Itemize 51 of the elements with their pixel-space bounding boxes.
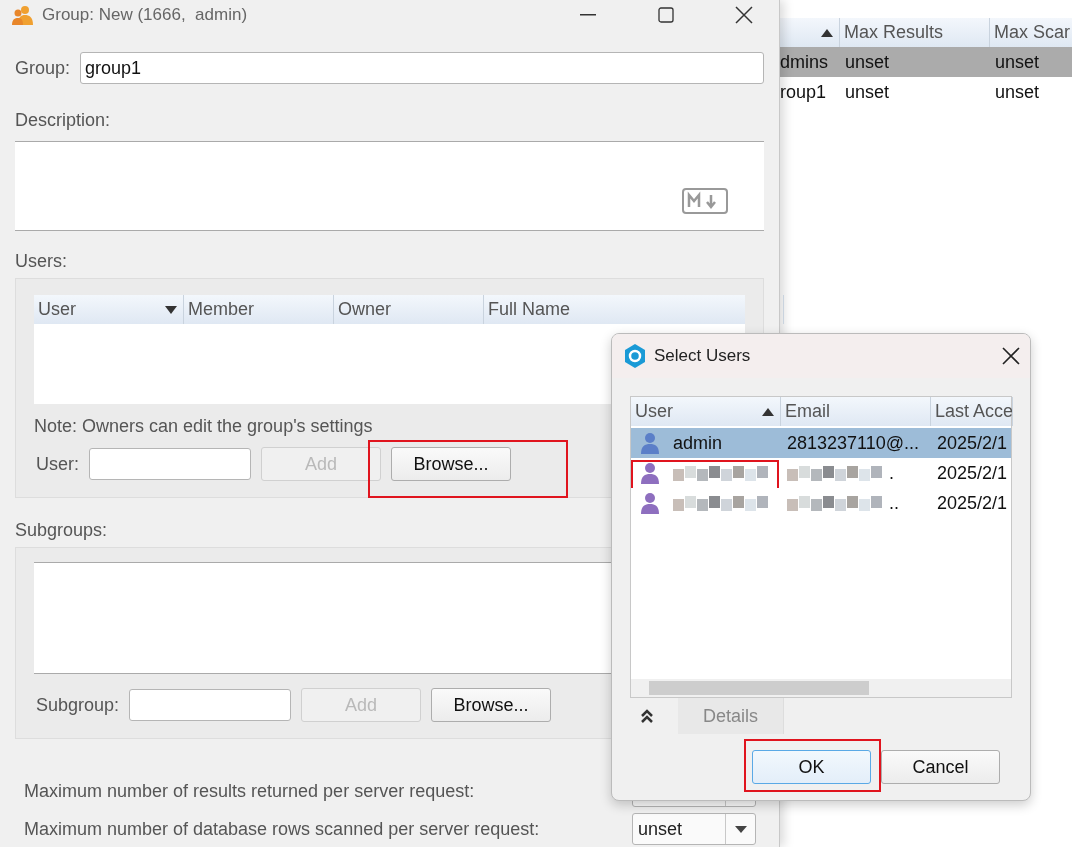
table-cell-text: dmins: [780, 51, 829, 73]
dialog-title: Select Users: [654, 346, 752, 366]
column-header[interactable]: User: [631, 397, 781, 426]
column-header[interactable]: Last Acce: [931, 397, 1013, 426]
user-name: admin: [673, 432, 723, 454]
maximize-icon: [658, 7, 674, 23]
close-icon: [735, 6, 753, 24]
column-header[interactable]: Email: [781, 397, 931, 426]
person-icon: [641, 432, 659, 454]
field-label: Description:: [15, 110, 112, 131]
minimize-icon: [580, 14, 596, 16]
cancel-button[interactable]: Cancel: [881, 750, 1000, 784]
group-input-field[interactable]: group1: [80, 52, 764, 84]
field-label: User:: [36, 453, 79, 475]
table-row[interactable]: dmins unset unset: [780, 47, 1072, 77]
table-cell-text: unset: [844, 81, 891, 103]
table-cell-text: unset: [994, 81, 1041, 103]
limit-label: Maximum number of results returned per server request:: [24, 780, 475, 802]
dropdown-arrow-icon: [734, 825, 747, 833]
description-field[interactable]: [15, 141, 764, 231]
email-text: .: [889, 462, 894, 484]
table-cell-text: 2025/2/1: [936, 492, 1009, 514]
email-text: 2813237110@...: [787, 432, 920, 454]
table-cell-text: unset: [994, 51, 1041, 73]
double-chevron-up-icon[interactable]: [640, 708, 654, 724]
hexagon-gear-icon: [624, 344, 646, 368]
limit-label: Maximum number of database rows scanned per server request:: [24, 818, 540, 840]
horizontal-scrollbar[interactable]: [631, 679, 1011, 697]
table-cell-text: roup1: [780, 81, 828, 103]
section-label: Users:: [15, 251, 68, 272]
ok-button[interactable]: OK: [752, 750, 871, 784]
markdown-icon: [682, 188, 728, 214]
note-text: Note: Owners can edit the group's settings: [34, 416, 374, 437]
email-text: ..: [889, 492, 899, 514]
person-icon: [641, 462, 659, 484]
user-row[interactable]: admin 2813237110@... 2025/2/1: [631, 428, 1011, 458]
field-label: Group:: [15, 57, 71, 79]
subgroup-input-field[interactable]: [129, 689, 292, 721]
people-icon: [12, 5, 34, 25]
close-icon[interactable]: [1002, 347, 1020, 365]
user-input-field[interactable]: [89, 448, 251, 480]
limit-dropdown[interactable]: unset: [632, 813, 756, 845]
table-cell-text: 2025/2/1: [936, 432, 1009, 454]
person-icon: [641, 492, 659, 514]
window-title: Group: New (1666, admin): [42, 5, 249, 25]
section-label: Subgroups:: [15, 520, 109, 541]
browse-button[interactable]: Browse...: [391, 447, 511, 481]
field-label: Subgroup:: [36, 694, 120, 716]
table-cell-text: 2025/2/1: [936, 462, 1009, 484]
table-cell-text: unset: [844, 51, 891, 73]
browse-button[interactable]: Browse...: [431, 688, 552, 722]
